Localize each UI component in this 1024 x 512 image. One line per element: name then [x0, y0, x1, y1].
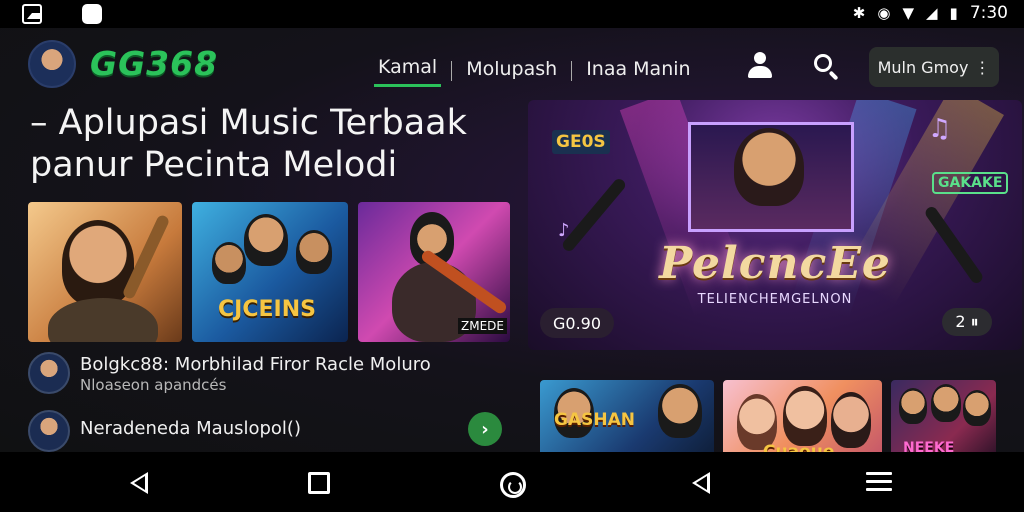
featured-artist-image [734, 128, 804, 206]
status-time: 7:30 [969, 3, 1008, 23]
thumbnail-rock-guitarist[interactable]: ZMEDE [358, 202, 510, 342]
recents-icon[interactable] [866, 472, 892, 496]
gallery-icon [22, 4, 42, 24]
top-nav: Kamal Molupash Inaa Manin [374, 54, 695, 87]
featured-banner[interactable]: ♫ ♪ GE0S GAKAKE PelcncEe TELIENCHEMGELNO… [528, 100, 1022, 350]
avatar [28, 410, 70, 452]
list-item-title: Bolgkc88: Morbhilad Firor Racle Moluro [80, 354, 431, 375]
signal-icon: ◢ [926, 4, 938, 22]
menu-button[interactable]: Muln Gmoy ⋮ [869, 47, 999, 87]
play-button[interactable]: › [468, 412, 502, 446]
status-bar: ✱ ◉ ▼ ◢ ▮ 7:30 [0, 0, 1024, 28]
brand-logo[interactable]: GG368 [90, 44, 218, 83]
user-icon[interactable] [746, 52, 774, 80]
list-item-title: Neradeneda Mauslopol() [80, 418, 301, 439]
music-note-icon: ♫ [928, 114, 952, 144]
banner-title: PelcncEe [659, 238, 891, 289]
home-icon[interactable] [500, 472, 526, 498]
wifi-icon: ▼ [902, 4, 914, 22]
banner-logo-left: GE0S [552, 130, 610, 154]
overview-icon[interactable] [308, 472, 330, 494]
banner-subtitle: TELIENCHEMGELNON [697, 292, 853, 307]
list-item-subtitle: Nloaseon apandcés [80, 376, 227, 394]
nav-divider [571, 60, 573, 81]
tab-kamal[interactable]: Kamal [374, 54, 442, 87]
thumbnail-band[interactable]: CJCEINS [192, 202, 348, 342]
banner-logo-right: GAKAKE [932, 172, 1009, 194]
banner-badge: G0.90 [540, 308, 614, 338]
main-area: GG368 Kamal Molupash Inaa Manin Muln Gmo… [0, 28, 1024, 470]
battery-icon: ▮ [949, 4, 958, 22]
album-card-label: GASHAN [554, 410, 635, 430]
alarm-icon: ◉ [877, 4, 891, 22]
back-icon[interactable] [692, 472, 716, 496]
chevron-right-icon: › [481, 418, 489, 440]
back-icon[interactable] [130, 472, 154, 496]
tab-inaa-manin[interactable]: Inaa Manin [582, 56, 694, 86]
bluetooth-icon: ✱ [852, 4, 866, 22]
thumbnail-guitarist[interactable] [28, 202, 182, 342]
profile-avatar[interactable] [28, 40, 76, 88]
banner-pager[interactable]: 2 ⏸ [942, 308, 992, 336]
thumbnail-label: CJCEINS [218, 297, 316, 322]
thumbnail-label: ZMEDE [458, 318, 507, 334]
page-headline: – Aplupasi Music Terbaak panur Pecinta M… [30, 103, 467, 185]
search-icon[interactable] [812, 52, 840, 81]
avatar [28, 352, 70, 394]
system-nav-bar [0, 452, 1024, 512]
tab-molupash[interactable]: Molupash [462, 56, 561, 86]
more-vertical-icon: ⋮ [974, 57, 991, 77]
nav-divider [451, 60, 453, 81]
menu-button-label: Muln Gmoy [877, 57, 969, 77]
app-icon [82, 4, 102, 24]
